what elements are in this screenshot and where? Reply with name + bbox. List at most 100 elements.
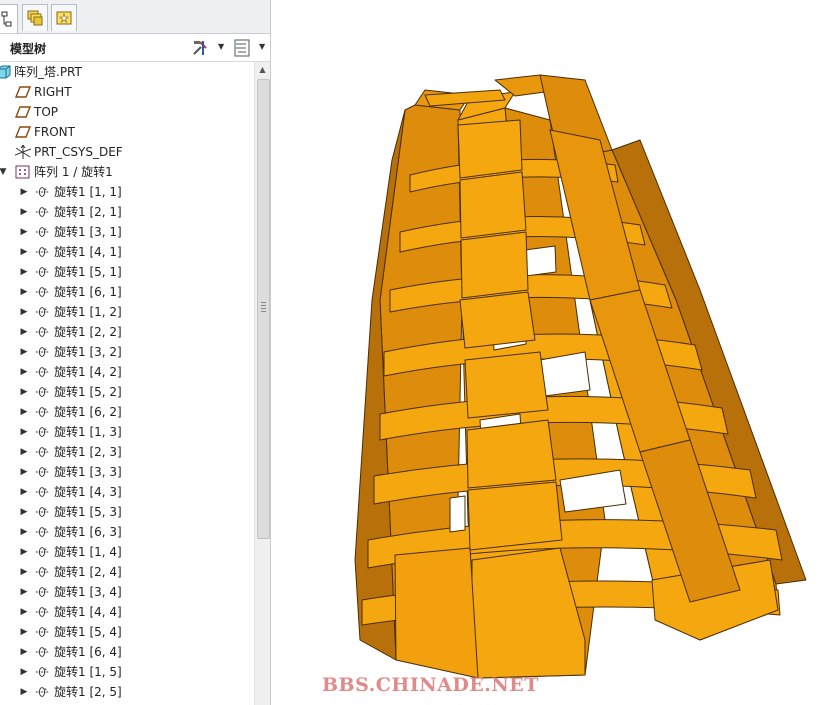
graphics-viewport[interactable] — [271, 0, 840, 705]
tree-item-top-plane[interactable]: TOP — [0, 102, 254, 122]
expand-arrow-icon[interactable]: ▶ — [19, 322, 29, 342]
tree-item-pattern-member[interactable]: ▶ 旋转1 [3, 1] — [0, 222, 254, 242]
expand-arrow-icon[interactable]: ▶ — [19, 382, 29, 402]
tree-item-pattern-member[interactable]: ▶ 旋转1 [4, 4] — [0, 602, 254, 622]
expand-arrow-icon[interactable]: ▶ — [19, 602, 29, 622]
expand-arrow-icon[interactable]: ▶ — [19, 442, 29, 462]
tree-item-label: 旋转1 [4, 4] — [54, 605, 122, 619]
expand-arrow-icon[interactable]: ▶ — [19, 262, 29, 282]
tree-item-right-plane[interactable]: RIGHT — [0, 82, 254, 102]
tree-item-pattern-member[interactable]: ▶ 旋转1 [2, 5] — [0, 682, 254, 702]
tree-item-pattern-member[interactable]: ▶ 旋转1 [6, 2] — [0, 402, 254, 422]
expand-arrow-icon[interactable]: ▶ — [19, 562, 29, 582]
tree-item-pattern[interactable]: ▼ 阵列 1 / 旋转1 — [0, 162, 254, 182]
tab-folder-browser[interactable] — [22, 4, 48, 31]
part-icon — [0, 65, 11, 79]
tree-item-pattern-member[interactable]: ▶ 旋转1 [5, 2] — [0, 382, 254, 402]
expand-arrow-icon[interactable]: ▶ — [19, 482, 29, 502]
tree-item-pattern-member[interactable]: ▶ 旋转1 [2, 4] — [0, 562, 254, 582]
show-options-button[interactable] — [232, 38, 252, 58]
tower-pattern-model[interactable] — [271, 0, 840, 705]
expand-arrow-icon[interactable]: ▶ — [19, 582, 29, 602]
expand-arrow-icon[interactable]: ▶ — [19, 242, 29, 262]
tree-item-pattern-member[interactable]: ▶ 旋转1 [6, 3] — [0, 522, 254, 542]
tree-item-pattern-member[interactable]: ▶ 旋转1 [4, 2] — [0, 362, 254, 382]
tree-item-pattern-member[interactable]: ▶ 旋转1 [3, 3] — [0, 462, 254, 482]
revolve-feature-icon — [35, 327, 49, 337]
tree-item-pattern-member[interactable]: ▶ 旋转1 [5, 3] — [0, 502, 254, 522]
tree-item-label: 旋转1 [1, 2] — [54, 305, 122, 319]
tree-item-pattern-member[interactable]: ▶ 旋转1 [6, 4] — [0, 642, 254, 662]
tree-item-pattern-member[interactable]: ▶ 旋转1 [4, 1] — [0, 242, 254, 262]
revolve-feature-icon — [35, 647, 49, 657]
expand-arrow-icon[interactable]: ▶ — [19, 402, 29, 422]
scrollbar-thumb[interactable] — [257, 79, 270, 539]
chevron-down-icon[interactable]: ▼ — [218, 42, 224, 51]
datum-plane-icon — [15, 106, 31, 118]
expand-arrow-icon[interactable]: ▶ — [19, 342, 29, 362]
model-tree: 阵列_塔.PRT RIGHT TOP FRONT PRT_CSYS_DEF ▼ … — [0, 62, 254, 705]
expand-arrow-icon[interactable]: ▶ — [19, 222, 29, 242]
tree-item-pattern-member[interactable]: ▶ 旋转1 [3, 4] — [0, 582, 254, 602]
expand-arrow-icon[interactable]: ▶ — [19, 682, 29, 702]
tree-item-pattern-member[interactable]: ▶ 旋转1 [1, 1] — [0, 182, 254, 202]
tree-item-label: 旋转1 [1, 3] — [54, 425, 122, 439]
tree-item-label: RIGHT — [34, 85, 72, 99]
expand-arrow-icon[interactable]: ▶ — [19, 542, 29, 562]
settings-tools-button[interactable] — [190, 38, 210, 58]
tree-item-label: PRT_CSYS_DEF — [34, 145, 123, 159]
scroll-up-arrow-icon[interactable]: ▲ — [255, 62, 270, 77]
tree-item-pattern-member[interactable]: ▶ 旋转1 [2, 1] — [0, 202, 254, 222]
expand-arrow-icon[interactable]: ▶ — [19, 362, 29, 382]
expand-arrow-icon[interactable]: ▶ — [19, 202, 29, 222]
tree-item-pattern-member[interactable]: ▶ 旋转1 [3, 2] — [0, 342, 254, 362]
revolve-feature-icon — [35, 307, 49, 317]
expand-arrow-icon[interactable]: ▶ — [19, 642, 29, 662]
tree-icon — [1, 11, 12, 27]
tree-item-pattern-member[interactable]: ▶ 旋转1 [2, 3] — [0, 442, 254, 462]
tree-item-pattern-member[interactable]: ▶ 旋转1 [1, 4] — [0, 542, 254, 562]
tree-item-pattern-member[interactable]: ▶ 旋转1 [1, 3] — [0, 422, 254, 442]
tree-item-csys[interactable]: PRT_CSYS_DEF — [0, 142, 254, 162]
tab-model-tree[interactable] — [0, 4, 18, 33]
expand-arrow-icon[interactable]: ▶ — [19, 622, 29, 642]
tree-item-pattern-member[interactable]: ▶ 旋转1 [1, 5] — [0, 662, 254, 682]
revolve-feature-icon — [35, 587, 49, 597]
tree-item-pattern-member[interactable]: ▶ 旋转1 [4, 3] — [0, 482, 254, 502]
chevron-down-icon[interactable]: ▼ — [259, 42, 265, 51]
expand-arrow-icon[interactable]: ▶ — [19, 302, 29, 322]
tab-favorites[interactable] — [51, 4, 77, 31]
tree-item-label: 旋转1 [1, 4] — [54, 545, 122, 559]
expand-arrow-icon[interactable]: ▶ — [19, 182, 29, 202]
folder-stack-icon — [27, 10, 43, 26]
expand-arrow-icon[interactable]: ▶ — [19, 522, 29, 542]
tree-root-label: 阵列_塔.PRT — [14, 65, 82, 79]
pattern-icon — [15, 165, 30, 179]
tree-item-pattern-member[interactable]: ▶ 旋转1 [5, 1] — [0, 262, 254, 282]
expand-arrow-icon[interactable]: ▶ — [19, 422, 29, 442]
revolve-feature-icon — [35, 507, 49, 517]
revolve-feature-icon — [35, 527, 49, 537]
expand-arrow-icon[interactable]: ▶ — [19, 502, 29, 522]
revolve-feature-icon — [35, 387, 49, 397]
panel-title: 模型树 — [10, 42, 47, 56]
expand-arrow-icon[interactable]: ▶ — [19, 282, 29, 302]
tree-item-label: 旋转1 [3, 4] — [54, 585, 122, 599]
tree-item-pattern-member[interactable]: ▶ 旋转1 [2, 2] — [0, 322, 254, 342]
tree-item-pattern-member[interactable]: ▶ 旋转1 [6, 1] — [0, 282, 254, 302]
tree-item-label: 旋转1 [2, 4] — [54, 565, 122, 579]
datum-plane-icon — [15, 86, 31, 98]
tree-item-label: 旋转1 [1, 5] — [54, 665, 122, 679]
tree-item-pattern-member[interactable]: ▶ 旋转1 [5, 4] — [0, 622, 254, 642]
tree-root[interactable]: 阵列_塔.PRT — [0, 62, 254, 82]
tree-scrollbar[interactable]: ▲ — [254, 62, 270, 705]
tree-item-front-plane[interactable]: FRONT — [0, 122, 254, 142]
tree-item-label: 旋转1 [6, 4] — [54, 645, 122, 659]
expand-arrow-icon[interactable]: ▶ — [19, 662, 29, 682]
tree-item-pattern-member[interactable]: ▶ 旋转1 [1, 2] — [0, 302, 254, 322]
tree-item-label: FRONT — [34, 125, 75, 139]
expand-toggle-icon[interactable]: ▼ — [0, 162, 8, 182]
revolve-feature-icon — [35, 627, 49, 637]
tools-icon — [193, 41, 207, 55]
expand-arrow-icon[interactable]: ▶ — [19, 462, 29, 482]
